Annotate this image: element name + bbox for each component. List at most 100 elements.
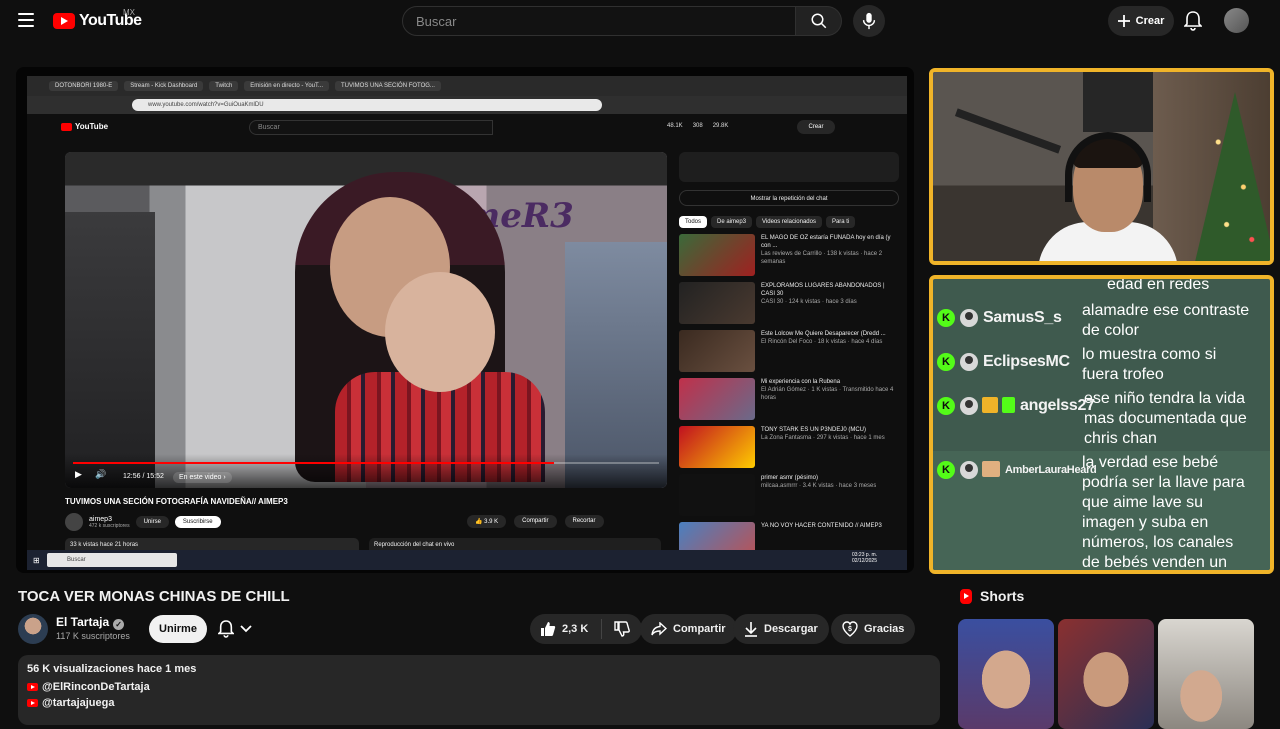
streamer-webcam: [929, 68, 1274, 265]
rec-thumbnail: [679, 378, 755, 420]
download-icon: [745, 622, 757, 637]
browser-tab: Twitch: [209, 81, 239, 91]
description-link[interactable]: @ElRinconDeTartaja: [27, 681, 931, 693]
chat-username: EclipsesMC: [983, 353, 1070, 370]
browser-tab: TUVIMOS UNA SECIÓN FOTOG...: [335, 81, 441, 91]
captured-chat-replay-button: Mostrar la repetición del chat: [679, 190, 899, 206]
avatar-badge-icon: [982, 461, 1000, 477]
chevron-down-icon: [240, 625, 252, 633]
progress-fill: [73, 462, 554, 464]
captured-subscribe: Suscribirse: [174, 516, 221, 528]
youtube-logo[interactable]: YouTube MX: [53, 8, 142, 30]
join-button[interactable]: Unirme: [149, 615, 207, 643]
youtube-play-icon: [53, 13, 75, 29]
share-label: Compartir: [673, 623, 726, 635]
chip: De aimep3: [711, 216, 753, 228]
create-label: Crear: [1135, 15, 1165, 27]
captured-sidebar: Mostrar la repetición del chat Todos De …: [679, 152, 899, 570]
webcam-shelf: [1083, 72, 1153, 132]
country-code: MX: [123, 8, 135, 17]
kick-icon: K: [937, 397, 955, 415]
description-box[interactable]: 56 K visualizaciones hace 1 mes @ElRinco…: [18, 655, 940, 725]
user-icon: [960, 353, 978, 371]
short-thumbnail[interactable]: [1158, 619, 1254, 729]
kick-icon: K: [937, 353, 955, 371]
taskbar-search: Buscar: [47, 553, 177, 567]
recommendation: Mi experiencia con la Rubena El Adrián Gó…: [679, 378, 899, 420]
share-icon: [651, 622, 667, 636]
captured-create: Crear: [797, 120, 835, 134]
chat-username: SamusS_s: [983, 309, 1062, 326]
captured-video: AimeR3 ▶ 🔊 12:56 / 15:52 En este video ›: [65, 152, 667, 488]
shorts-icon: [960, 588, 972, 604]
scene-baby: [385, 272, 495, 392]
subscriber-count: 117 K suscriptores: [56, 631, 130, 641]
browser-tab-strip: DOTONBORI 1980-E Stream - Kick Dashboard…: [27, 76, 907, 96]
captured-channel-avatar: [65, 513, 83, 531]
short-thumbnail[interactable]: [958, 619, 1054, 729]
gift-badge-icon: [1002, 397, 1015, 413]
chip: Videos relacionados: [756, 216, 822, 228]
channel-avatar[interactable]: [18, 614, 48, 644]
create-button[interactable]: Crear: [1108, 6, 1174, 36]
chat-message: K AmberLauraHeard la verdad ese bebé pod…: [933, 451, 1270, 570]
like-button[interactable]: 2,3 K: [530, 619, 602, 639]
account-avatar[interactable]: [1224, 8, 1249, 33]
browser-tab: Stream - Kick Dashboard: [124, 81, 204, 91]
menu-icon[interactable]: [18, 13, 34, 27]
verified-icon: ✓: [113, 619, 125, 630]
voice-search-button[interactable]: [853, 5, 885, 37]
play-icon: ▶: [75, 469, 82, 479]
recommendation: EL MAGO DE OZ estaría FUNADA hoy en día …: [679, 234, 899, 276]
thumbs-up-icon: [541, 622, 556, 636]
search-button[interactable]: [796, 6, 842, 36]
top-bar: YouTube MX Buscar Crear: [0, 0, 1280, 42]
volume-icon: 🔊: [95, 469, 107, 479]
captured-top-bar: YouTube Buscar 48.1K 308 29.8K Crear: [27, 114, 907, 140]
browser-address-bar: www.youtube.com/watch?v=GuiOuaKmlDU: [27, 96, 907, 114]
captured-stats: 48.1K 308 29.8K: [667, 123, 729, 129]
channel-row: El Tartaja ✓ 117 K suscriptores Unirme 2,…: [18, 613, 928, 645]
rec-thumbnail: [679, 426, 755, 468]
recommendation: primer asmr (pésimo) milcaa.asmrrr · 3.4 …: [679, 474, 899, 516]
scene-shelf: [65, 212, 155, 488]
search-input[interactable]: Buscar: [402, 6, 796, 36]
super-thanks-icon: $: [842, 621, 858, 637]
captured-time: 12:56 / 15:52: [123, 473, 164, 480]
os-taskbar: ⊞ Buscar 03:23 p. m. 02/12/2025: [27, 550, 907, 570]
thanks-button[interactable]: $ Gracias: [831, 614, 916, 644]
recommendation: TONY STARK ES UN P3NDEJ0 (MCU) La Zona Fa…: [679, 426, 899, 468]
download-button[interactable]: Descargar: [733, 614, 829, 644]
channel-name[interactable]: El Tartaja ✓: [56, 615, 125, 630]
captured-channel-row: aimep3 472 k suscriptores Unirse Suscrib…: [65, 513, 221, 531]
youtube-icon: [27, 683, 38, 691]
description-link[interactable]: @tartajajuega: [27, 697, 931, 709]
captured-chips: Todos De aimep3 Videos relacionados Para…: [679, 216, 899, 228]
like-count: 2,3 K: [562, 623, 589, 635]
user-icon: [960, 309, 978, 327]
captured-actions: 👍 3.9 K Compartir Recortar: [467, 515, 604, 528]
user-icon: [960, 397, 978, 415]
chat-text: edad en redes: [1107, 276, 1210, 293]
video-player[interactable]: DOTONBORI 1980-E Stream - Kick Dashboard…: [16, 67, 914, 573]
chat-username: angelss27: [1020, 397, 1095, 414]
crown-badge-icon: [982, 397, 998, 413]
video-title: TOCA VER MONAS CHINAS DE CHILL: [18, 588, 290, 605]
chip: Para ti: [825, 216, 856, 228]
youtube-icon: [27, 699, 38, 707]
dislike-button[interactable]: [602, 621, 642, 637]
mic-icon: [862, 12, 876, 30]
svg-text:$: $: [848, 626, 852, 633]
captured-logo: YouTube: [61, 122, 108, 131]
rec-thumbnail: [679, 234, 755, 276]
windows-icon: ⊞: [33, 555, 40, 565]
recommendation: Este Lolcow Me Quiere Desaparecer (Dredd…: [679, 330, 899, 372]
captured-youtube-page: YouTube Buscar 48.1K 308 29.8K Crear AimeR…: [27, 114, 907, 570]
plus-icon: [1117, 15, 1130, 27]
short-thumbnail[interactable]: [1058, 619, 1154, 729]
share-button[interactable]: Compartir: [640, 614, 737, 644]
search-icon: [811, 13, 826, 29]
subscription-bell-button[interactable]: [210, 615, 260, 643]
notifications-icon[interactable]: [1183, 11, 1203, 36]
captured-share: Compartir: [514, 515, 557, 528]
